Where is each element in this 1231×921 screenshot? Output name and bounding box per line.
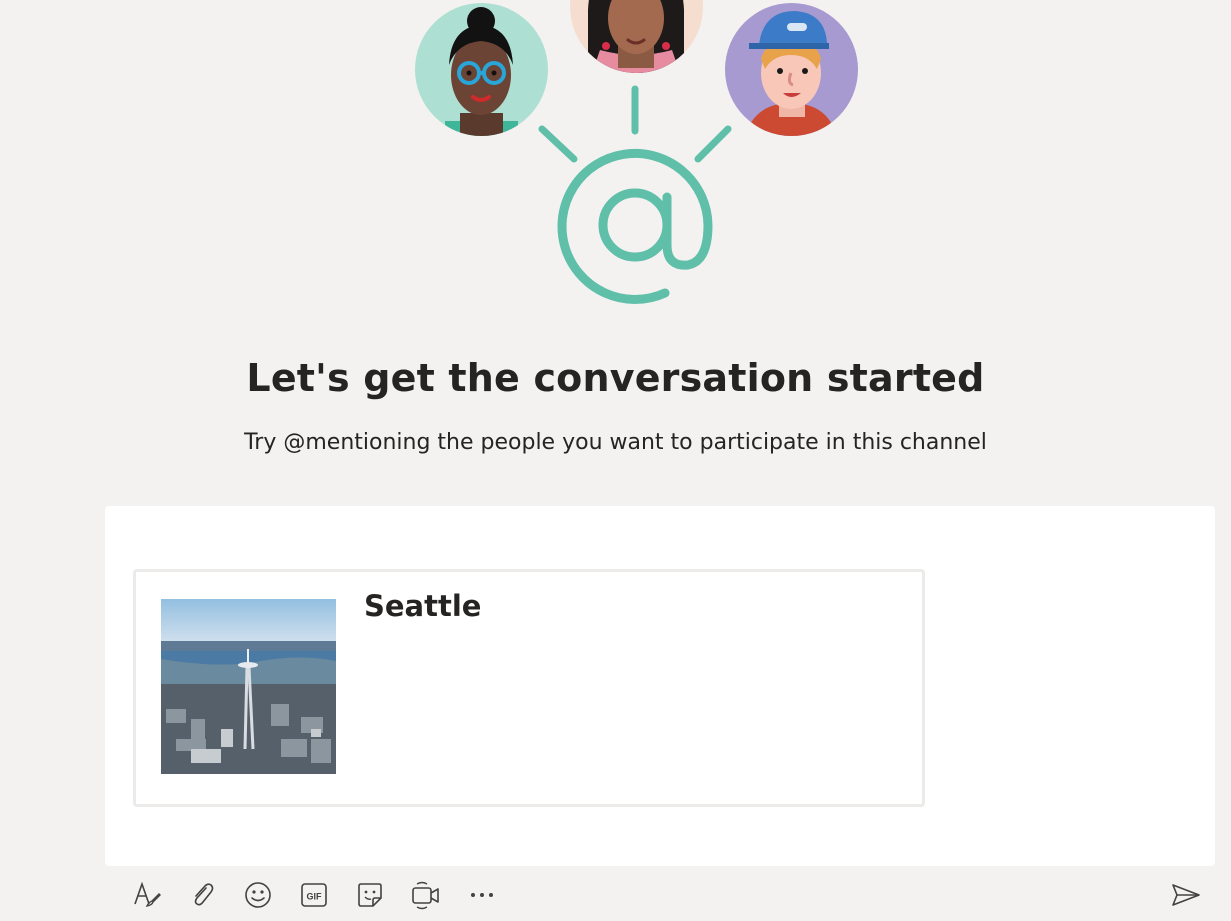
empty-state-illustration (0, 0, 1231, 310)
compose-box[interactable]: Seattle (105, 506, 1215, 866)
person-avatar-icon (570, 0, 703, 73)
compose-toolbar: GIF (0, 870, 1231, 921)
more-options-icon[interactable] (465, 878, 499, 912)
adaptive-card[interactable]: Seattle (133, 569, 925, 807)
gif-icon[interactable]: GIF (297, 878, 331, 912)
emoji-icon[interactable] (241, 878, 275, 912)
person-avatar-icon (725, 3, 858, 136)
svg-text:GIF: GIF (307, 892, 323, 902)
sticker-icon[interactable] (353, 878, 387, 912)
send-icon[interactable] (1169, 878, 1203, 912)
channel-conversation-view: Let's get the conversation started Try @… (0, 0, 1231, 921)
empty-state-subtitle: Try @mentioning the people you want to p… (244, 430, 987, 455)
attach-icon[interactable] (185, 878, 219, 912)
person-avatar-icon (415, 3, 548, 136)
at-sign-icon (538, 85, 732, 304)
city-photo-icon (161, 599, 336, 774)
format-icon[interactable] (129, 878, 163, 912)
empty-state-title: Let's get the conversation started (246, 356, 985, 400)
meet-now-icon[interactable] (409, 878, 443, 912)
card-title: Seattle (364, 589, 482, 623)
